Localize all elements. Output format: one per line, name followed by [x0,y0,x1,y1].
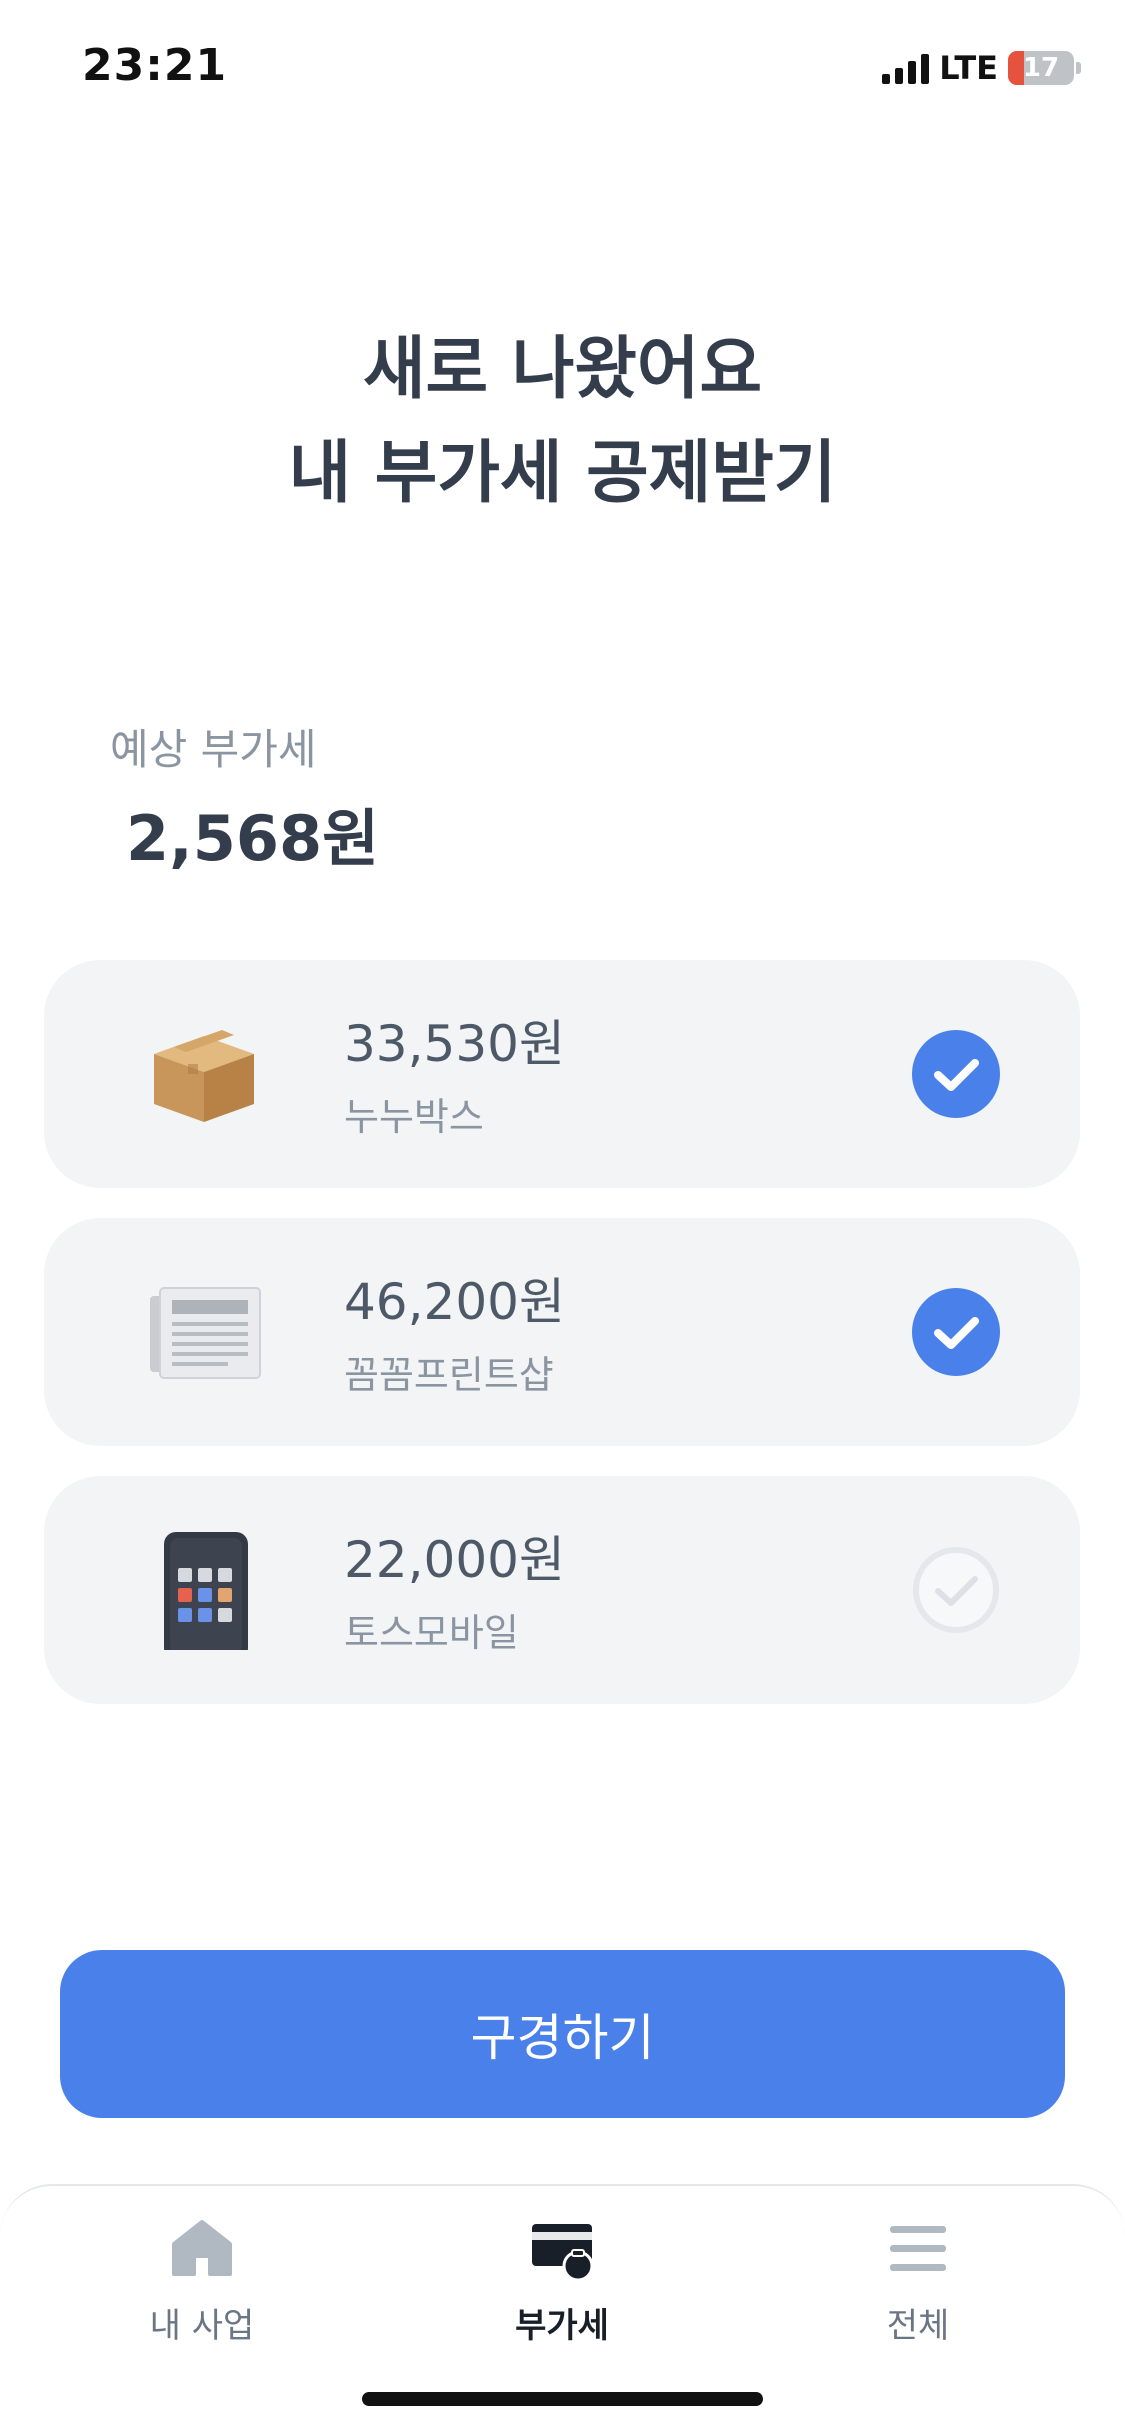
tab-label: 부가세 [515,2306,609,2346]
wallet-icon [532,2224,594,2280]
status-indicators: LTE 17 [882,48,1081,88]
tab-label: 전체 [886,2306,950,2346]
item-amount: 22,000원 [344,1531,565,1589]
box-icon [154,1030,254,1122]
deduction-item-card[interactable]: 46,200원 꼼꼼프린트샵 [44,1218,1080,1446]
item-amount: 46,200원 [344,1273,565,1331]
item-merchant: 누누박스 [344,1095,484,1139]
unchecked-icon[interactable] [912,1546,1000,1634]
home-icon [172,2220,232,2276]
tab-label: 내 사업 [149,2306,255,2346]
battery-level: 17 [1022,53,1060,83]
deduction-item-card[interactable]: 22,000원 토스모바일 [44,1476,1080,1704]
phone-icon [164,1532,248,1650]
home-indicator [362,2392,763,2406]
menu-icon [890,2226,946,2271]
newspaper-icon [150,1287,261,1379]
status-bar: 23:21 LTE 17 [0,0,1125,140]
item-merchant: 꼼꼼프린트샵 [344,1353,554,1397]
network-type: LTE [939,49,998,87]
battery-cap [1076,62,1081,74]
page-title: 새로 나왔어요 내 부가세 공제받기 [0,318,1125,526]
tab-vat[interactable]: 부가세 [452,2216,672,2366]
title-line-1: 새로 나왔어요 [362,330,763,409]
screen: 23:21 LTE 17 새로 나왔어요 내 부가세 공제받기 예상 부가세 2… [0,0,1125,2436]
signal-icon [882,52,930,84]
title-line-2: 내 부가세 공제받기 [288,434,837,513]
tab-all[interactable]: 전체 [808,2216,1028,2366]
browse-button[interactable]: 구경하기 [60,1950,1065,2118]
checked-icon[interactable] [912,1288,1000,1376]
deduction-item-card[interactable]: 33,530원 누누박스 [44,960,1080,1188]
item-amount: 33,530원 [344,1015,565,1073]
checked-icon[interactable] [912,1030,1000,1118]
status-time: 23:21 [82,40,228,91]
battery-icon: 17 [1008,51,1074,85]
estimate-label: 예상 부가세 [110,725,317,774]
tab-my-business[interactable]: 내 사업 [92,2216,312,2366]
estimate-value: 2,568원 [126,802,380,875]
item-merchant: 토스모바일 [344,1611,519,1655]
